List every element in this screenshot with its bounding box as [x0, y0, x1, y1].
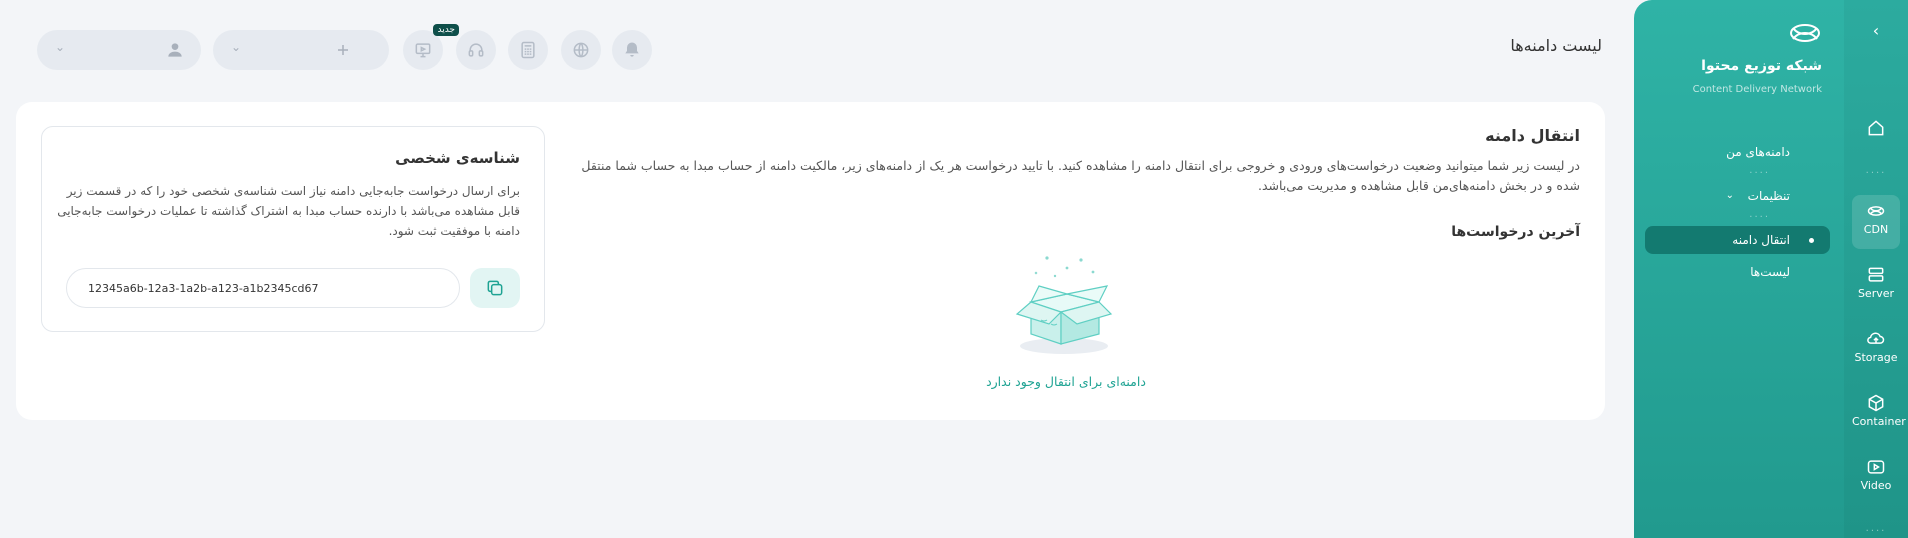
- transfer-title: انتقال دامنه: [1485, 126, 1580, 145]
- user-menu-dropdown[interactable]: ⌄: [37, 30, 201, 70]
- empty-state-text: دامنه‌ای برای انتقال وجود ندارد: [986, 374, 1146, 389]
- recent-requests-title: آخرین درخواست‌ها: [1451, 224, 1580, 240]
- rail-item-label: Server: [1857, 287, 1895, 300]
- domain-transfer-card: انتقال دامنه در لیست زیر شما میتوانید وض…: [16, 102, 1605, 420]
- sidebar-item-domain-transfer[interactable]: انتقال دامنه: [1645, 226, 1830, 254]
- personal-id-description: برای ارسال درخواست جابه‌جایی دامنه نیاز …: [57, 184, 520, 238]
- user-icon: [168, 43, 182, 57]
- copy-button[interactable]: [470, 268, 520, 308]
- transfer-description: در لیست زیر شما میتوانید وضعیت درخواست‌ه…: [581, 158, 1580, 193]
- sidebar-item-label: انتقال دامنه: [1732, 233, 1790, 247]
- new-badge: جدید: [433, 24, 459, 36]
- rail-item-label: Storage: [1854, 351, 1898, 364]
- container-icon: [1868, 394, 1884, 412]
- nav-separator: ····: [1749, 168, 1770, 179]
- rail-item-storage[interactable]: Storage: [1852, 323, 1900, 377]
- cdn-icon: [1867, 206, 1885, 216]
- presentation-icon: [415, 43, 431, 58]
- support-button[interactable]: [456, 30, 496, 70]
- sidebar-item-lists[interactable]: لیست‌ها: [1645, 258, 1830, 286]
- home-icon: [1868, 120, 1884, 136]
- copy-icon: [487, 280, 503, 296]
- chevron-down-icon: ⌄: [1725, 190, 1734, 201]
- personal-id-title: شناسه‌ی شخصی: [395, 149, 520, 167]
- rail-item-label: Container: [1852, 415, 1906, 428]
- collapse-sidebar-icon[interactable]: ‹: [1844, 20, 1908, 42]
- sidebar-item-my-domains[interactable]: دامنه‌های من: [1645, 138, 1830, 166]
- language-button[interactable]: [561, 30, 601, 70]
- create-dropdown[interactable]: ⌄: [213, 30, 389, 70]
- sidebar-subtitle: Content Delivery Network: [1692, 84, 1822, 95]
- empty-box-illustration: [1015, 256, 1113, 354]
- secondary-sidebar: شبکه توزیع محتوا Content Delivery Networ…: [1634, 0, 1844, 538]
- nav-separator: ····: [1749, 212, 1770, 223]
- calculator-button[interactable]: [508, 30, 548, 70]
- rail-item-server[interactable]: Server: [1852, 259, 1900, 313]
- chevron-down-icon: ⌄: [55, 40, 66, 54]
- rail-separator: ····: [1865, 168, 1887, 179]
- globe-icon: [573, 42, 589, 58]
- sidebar-item-label: دامنه‌های من: [1726, 145, 1790, 159]
- cdn-logo-icon: [1790, 24, 1820, 42]
- sidebar-nav: دامنه‌های من ···· تنظیمات ⌄ ···· انتقال د…: [1645, 138, 1830, 290]
- rail-separator: ····: [1865, 526, 1887, 537]
- notification-bell-icon: [625, 42, 639, 57]
- rail-item-container[interactable]: Container: [1852, 387, 1906, 441]
- sidebar-item-label: لیست‌ها: [1750, 265, 1790, 279]
- storage-icon: [1867, 332, 1885, 344]
- icon-rail: ‹ ···· CDN Server Storage Container Vide…: [1844, 0, 1908, 538]
- rail-item-home[interactable]: [1852, 112, 1900, 166]
- video-icon: [1867, 460, 1885, 474]
- active-bullet-icon: [1809, 238, 1814, 243]
- whats-new-button[interactable]: جدید: [403, 24, 459, 70]
- chevron-down-icon: ⌄: [231, 40, 242, 54]
- rail-item-label: CDN: [1863, 223, 1889, 236]
- calculator-icon: [521, 41, 535, 59]
- headset-icon: [468, 43, 484, 57]
- sidebar-title: شبکه توزیع محتوا: [1701, 58, 1822, 74]
- rail-item-cdn[interactable]: CDN: [1852, 195, 1900, 249]
- page-title: لیست دامنه‌ها: [1510, 36, 1602, 55]
- plus-icon: [338, 45, 348, 55]
- sidebar-item-settings[interactable]: تنظیمات ⌄: [1645, 182, 1830, 210]
- sidebar-item-label: تنظیمات: [1747, 189, 1790, 203]
- personal-id-field[interactable]: [66, 268, 460, 308]
- notifications-button[interactable]: [612, 30, 652, 70]
- server-icon: [1868, 267, 1884, 282]
- rail-item-label: Video: [1860, 479, 1892, 492]
- personal-id-panel: شناسه‌ی شخصی برای ارسال درخواست جابه‌جای…: [41, 126, 545, 332]
- rail-item-video[interactable]: Video: [1852, 451, 1900, 505]
